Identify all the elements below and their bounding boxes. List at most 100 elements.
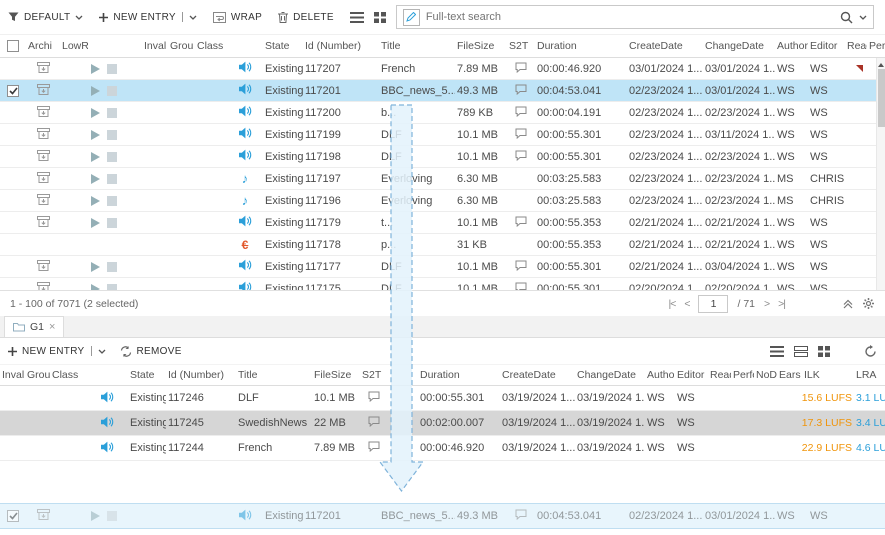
col-id[interactable]: Id (Number) xyxy=(166,369,236,381)
play-icon[interactable] xyxy=(91,196,100,206)
list-view-icon[interactable] xyxy=(350,12,364,23)
next-page-button[interactable]: > xyxy=(764,298,769,310)
col-id[interactable]: Id (Number) xyxy=(303,40,379,52)
select-all-checkbox[interactable] xyxy=(7,40,19,52)
col-inval[interactable]: Inval xyxy=(142,40,168,52)
prev-page-button[interactable]: < xyxy=(684,298,689,310)
search-input[interactable] xyxy=(426,11,834,23)
table-row[interactable]: ♪ € Existing 117196 Everloving 6.30 MB 0… xyxy=(0,190,885,212)
col-inval[interactable]: Inval xyxy=(0,369,25,381)
col-grou[interactable]: Grou xyxy=(25,369,50,381)
table-row[interactable]: Existing 117244 French 7.89 MB 00:00:46.… xyxy=(0,436,885,461)
table-row[interactable]: ♪ € Existing 117178 p... 31 KB 00:00:55.… xyxy=(0,234,885,256)
settings-gear-icon[interactable] xyxy=(862,297,875,310)
scroll-up-arrow-icon[interactable] xyxy=(877,58,885,67)
col-lowres[interactable]: LowRes xyxy=(60,40,88,52)
col-changedate[interactable]: ChangeDate xyxy=(575,369,645,381)
col-createdate[interactable]: CreateDate xyxy=(627,40,703,52)
grid-view-icon[interactable] xyxy=(374,12,386,23)
col-read[interactable]: Read xyxy=(708,369,731,381)
col-s2t[interactable]: S2T xyxy=(507,40,535,52)
search-icon[interactable] xyxy=(840,11,853,24)
col-duration[interactable]: Duration xyxy=(418,369,500,381)
col-createdate[interactable]: CreateDate xyxy=(500,369,575,381)
col-archi[interactable]: Archi xyxy=(26,40,60,52)
edit-query-icon[interactable] xyxy=(403,9,420,26)
stop-icon[interactable] xyxy=(107,284,117,291)
delete-button[interactable]: DELETE xyxy=(278,12,334,23)
play-icon[interactable] xyxy=(91,262,100,272)
stop-icon[interactable] xyxy=(107,196,117,206)
col-ilk[interactable]: ILK xyxy=(802,369,854,381)
col-class[interactable]: Class xyxy=(50,369,86,381)
col-perfe[interactable]: Perfe xyxy=(867,40,885,52)
table-row[interactable]: ♪ € Existing 117201 BBC_news_5... 49.3 M… xyxy=(0,80,885,102)
table-row[interactable]: ♪ € Existing 117179 t... 10.1 MB 00:00:5… xyxy=(0,212,885,234)
collapse-panel-icon[interactable] xyxy=(843,299,853,309)
col-state[interactable]: State xyxy=(128,369,166,381)
row-checkbox[interactable] xyxy=(7,85,19,97)
new-entry-button[interactable]: NEW ENTRY xyxy=(99,12,197,23)
play-icon[interactable] xyxy=(91,152,100,162)
play-icon[interactable] xyxy=(91,108,100,118)
table-row[interactable]: ♪ € Existing 117207 French 7.89 MB 00:00… xyxy=(0,58,885,80)
stop-icon[interactable] xyxy=(107,218,117,228)
col-filesize[interactable]: FileSize xyxy=(312,369,360,381)
list-view-icon[interactable] xyxy=(770,346,784,357)
play-icon[interactable] xyxy=(91,64,100,74)
table-row[interactable]: ♪ € Existing 117198 DLF 10.1 MB 00:00:55… xyxy=(0,146,885,168)
play-icon[interactable] xyxy=(91,130,100,140)
col-title[interactable]: Title xyxy=(236,369,312,381)
table-row[interactable]: ♪ € Existing 117199 DLF 10.1 MB 00:00:55… xyxy=(0,124,885,146)
col-editor[interactable]: Editor xyxy=(808,40,845,52)
play-icon[interactable] xyxy=(91,284,100,291)
col-ears[interactable]: Ears xyxy=(777,369,802,381)
first-page-button[interactable]: |< xyxy=(668,298,675,310)
refresh-icon[interactable] xyxy=(864,345,877,358)
table-row[interactable]: Existing 117245 SwedishNews 22 MB 00:02:… xyxy=(0,411,885,436)
col-nodi[interactable]: NoDi xyxy=(754,369,777,381)
filter-default-button[interactable]: DEFAULT xyxy=(8,12,83,23)
col-state[interactable]: State xyxy=(263,40,303,52)
table-row[interactable]: ♪ € Existing 117177 DLF 10.1 MB 00:00:55… xyxy=(0,256,885,278)
col-perfe[interactable]: Perfe xyxy=(731,369,754,381)
bottom-new-entry-button[interactable]: NEW ENTRY xyxy=(8,346,106,357)
col-changedate[interactable]: ChangeDate xyxy=(703,40,775,52)
search-options-chevron-icon[interactable] xyxy=(859,15,867,20)
stop-icon[interactable] xyxy=(107,262,117,272)
page-input[interactable] xyxy=(698,295,728,313)
close-icon[interactable]: × xyxy=(49,321,55,333)
stop-icon[interactable] xyxy=(107,108,117,118)
stop-icon[interactable] xyxy=(107,152,117,162)
col-duration[interactable]: Duration xyxy=(535,40,627,52)
col-filesize[interactable]: FileSize xyxy=(455,40,507,52)
table-row[interactable]: ♪ € Existing 117200 b... 789 KB 00:00:04… xyxy=(0,102,885,124)
stop-icon[interactable] xyxy=(107,174,117,184)
col-editor[interactable]: Editor xyxy=(675,369,708,381)
table-row[interactable]: Existing 117246 DLF 10.1 MB 00:00:55.301… xyxy=(0,386,885,411)
stop-icon[interactable] xyxy=(107,64,117,74)
play-icon[interactable] xyxy=(91,174,100,184)
last-page-button[interactable]: >| xyxy=(778,298,785,310)
tab-g1[interactable]: G1 × xyxy=(4,316,64,337)
play-icon[interactable] xyxy=(91,218,100,228)
scrollbar-thumb[interactable] xyxy=(878,69,885,127)
col-title[interactable]: Title xyxy=(379,40,455,52)
col-author[interactable]: Author xyxy=(775,40,808,52)
vertical-scrollbar[interactable] xyxy=(876,58,885,290)
col-grou[interactable]: Grou xyxy=(168,40,195,52)
col-s2t[interactable]: S2T xyxy=(360,369,388,381)
col-lra[interactable]: LRA xyxy=(854,369,885,381)
grid-view-icon[interactable] xyxy=(818,346,830,357)
table-row[interactable]: ♪ € Existing 117175 DLF 10.1 MB 00:00:55… xyxy=(0,278,885,290)
col-class[interactable]: Class xyxy=(195,40,227,52)
rows-view-icon[interactable] xyxy=(794,346,808,357)
col-read[interactable]: Read xyxy=(845,40,867,52)
remove-button[interactable]: REMOVE xyxy=(120,346,182,357)
table-row[interactable]: ♪ € Existing 117197 Everloving 6.30 MB 0… xyxy=(0,168,885,190)
stop-icon[interactable] xyxy=(107,86,117,96)
play-icon[interactable] xyxy=(91,86,100,96)
wrap-toggle-button[interactable]: WRAP xyxy=(213,12,262,23)
col-author[interactable]: Author xyxy=(645,369,675,381)
stop-icon[interactable] xyxy=(107,130,117,140)
